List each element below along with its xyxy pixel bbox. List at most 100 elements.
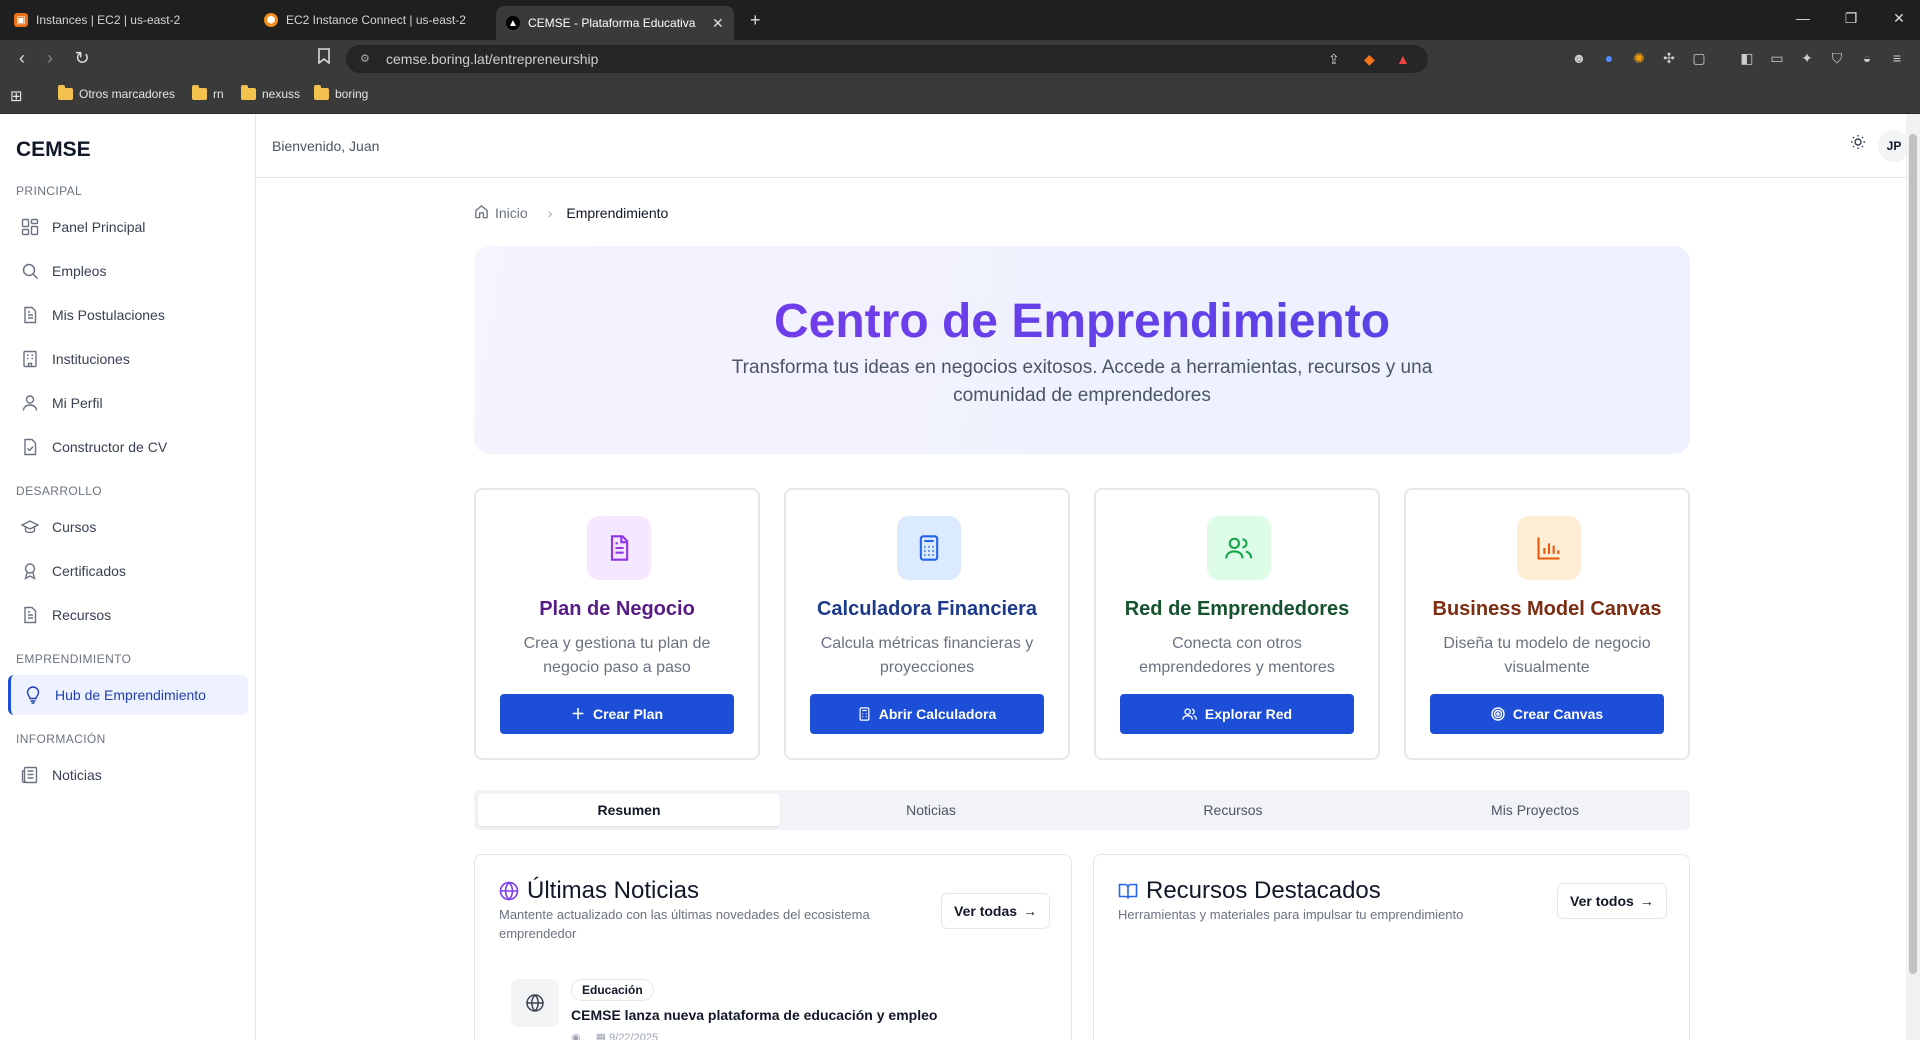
tab-mis-proyectos[interactable]: Mis Proyectos [1384, 794, 1686, 826]
sidebar-item-label: Constructor de CV [52, 439, 168, 455]
users-icon [1207, 516, 1271, 580]
news-panel-subtitle: Mantente actualizado con las últimas nov… [499, 907, 870, 941]
target-icon [1491, 707, 1505, 721]
news-panel-title: Últimas Noticias [527, 877, 700, 904]
bookmark-folder[interactable]: boring [314, 85, 368, 101]
folder-icon [58, 85, 73, 100]
card-business-model-canvas: Business Model Canvas Diseña tu modelo d… [1404, 488, 1690, 760]
sidebar-item-cursos[interactable]: Cursos [8, 507, 248, 547]
extension-icon[interactable]: ☻ [1570, 50, 1588, 68]
page-title: Centro de Emprendimiento [474, 294, 1690, 349]
news-item-title[interactable]: CEMSE lanza nueva plataforma de educació… [571, 1007, 937, 1023]
sidebar-item-constructor-cv[interactable]: Constructor de CV [8, 427, 248, 467]
extension-icon[interactable]: ◒ [1858, 50, 1876, 68]
calculator-icon [858, 707, 871, 721]
globe-icon [511, 979, 559, 1027]
extension-icon[interactable]: ● [1600, 50, 1618, 68]
reload-icon[interactable]: ↻ [70, 48, 94, 69]
award-icon [20, 561, 40, 581]
arrow-right-icon: → [1639, 893, 1654, 909]
sidebar: CEMSE PRINCIPAL Panel Principal Empleos … [0, 114, 256, 1040]
sidebar-toggle-icon[interactable]: ◧ [1738, 50, 1756, 68]
breadcrumb-home-link[interactable]: Inicio [495, 205, 528, 221]
card-calculadora-financiera: Calculadora Financiera Calcula métricas … [784, 488, 1070, 760]
sidebar-item-label: Cursos [52, 519, 97, 535]
globe-icon [499, 881, 519, 901]
calculator-icon [897, 516, 961, 580]
section-title-desarrollo: DESARROLLO [16, 484, 103, 498]
crear-canvas-button[interactable]: Crear Canvas [1430, 694, 1664, 734]
bookmark-folder[interactable]: rn [192, 85, 224, 101]
sidebar-item-mis-postulaciones[interactable]: Mis Postulaciones [8, 295, 248, 335]
bookmark-folder[interactable]: Otros marcadores [58, 85, 175, 101]
resources-panel-header: Recursos Destacados [1118, 877, 1381, 905]
apps-grid-icon[interactable]: ⊞ [10, 87, 23, 105]
brave-shield-icon[interactable]: ◆ [1364, 51, 1375, 68]
minimize-icon[interactable]: — [1788, 10, 1818, 26]
lightbulb-icon [23, 685, 43, 705]
ver-todas-button[interactable]: Ver todas → [941, 893, 1051, 929]
sidebar-item-certificados[interactable]: Certificados [8, 551, 248, 591]
sidebar-item-panel-principal[interactable]: Panel Principal [8, 207, 248, 247]
share-icon[interactable]: ⇪ [1328, 51, 1340, 68]
page-scrollbar[interactable] [1906, 114, 1920, 1040]
sidebar-item-label: Instituciones [52, 351, 130, 367]
extensions-puzzle-icon[interactable]: ✣ [1660, 50, 1678, 68]
scrollbar-thumb[interactable] [1909, 134, 1917, 974]
card-plan-negocio: Plan de Negocio Crea y gestiona tu plan … [474, 488, 760, 760]
vpn-icon[interactable]: ⛉ [1828, 50, 1846, 68]
sidebar-item-instituciones[interactable]: Instituciones [8, 339, 248, 379]
extension-icon[interactable]: ▢ [1690, 50, 1708, 68]
tab-title: EC2 Instance Connect | us-east-2 [286, 13, 466, 27]
address-bar[interactable]: ⚙ cemse.boring.lat/entrepreneurship ⇪ ◆ … [346, 45, 1428, 73]
sidebar-item-recursos[interactable]: Recursos [8, 595, 248, 635]
bar-chart-icon [1517, 516, 1581, 580]
calendar-icon: ▦ [595, 1032, 607, 1040]
browser-tab-ec2-connect[interactable]: ⬢ EC2 Instance Connect | us-east-2 [254, 6, 476, 34]
bookmark-folder[interactable]: nexuss [241, 85, 300, 101]
sidebar-item-mi-perfil[interactable]: Mi Perfil [8, 383, 248, 423]
tab-recursos[interactable]: Recursos [1082, 794, 1384, 826]
file-check-icon [20, 437, 40, 457]
newspaper-icon [20, 765, 40, 785]
wallet-icon[interactable]: ▭ [1768, 50, 1786, 68]
tab-noticias[interactable]: Noticias [780, 794, 1082, 826]
users-icon [1182, 707, 1197, 721]
app-root: CEMSE PRINCIPAL Panel Principal Empleos … [0, 114, 1920, 1040]
main-content: Inicio › Emprendimiento Centro de Empren… [256, 178, 1906, 1040]
search-icon [20, 261, 40, 281]
browser-tab-cemse[interactable]: ▲ CEMSE - Plataforma Educativa y ✕ [496, 6, 734, 40]
resources-panel-subtitle: Herramientas y materiales para impulsar … [1118, 907, 1464, 922]
file-text-icon [587, 516, 651, 580]
tab-resumen[interactable]: Resumen [478, 794, 780, 826]
sidebar-item-noticias[interactable]: Noticias [8, 755, 248, 795]
close-window-icon[interactable]: ✕ [1884, 10, 1914, 27]
back-icon[interactable]: ‹ [10, 48, 34, 69]
theme-toggle-sun-icon[interactable] [1846, 134, 1870, 158]
new-tab-icon[interactable]: + [750, 10, 761, 31]
sidebar-item-empleos[interactable]: Empleos [8, 251, 248, 291]
explorar-red-button[interactable]: Explorar Red [1120, 694, 1354, 734]
browser-tab-ec2-instances[interactable]: ▣ Instances | EC2 | us-east-2 [4, 6, 190, 34]
extension-icon[interactable]: ✺ [1630, 50, 1648, 68]
close-tab-icon[interactable]: ✕ [712, 15, 724, 32]
menu-icon[interactable]: ≡ [1888, 50, 1906, 68]
restore-icon[interactable]: ❐ [1836, 10, 1866, 27]
card-title: Plan de Negocio [539, 598, 695, 620]
sidebar-item-hub-emprendimiento[interactable]: Hub de Emprendimiento [8, 675, 248, 715]
card-description: Diseña tu modelo de negocio visualmente [1443, 635, 1651, 676]
abrir-calculadora-button[interactable]: Abrir Calculadora [810, 694, 1044, 734]
brave-rewards-icon[interactable]: ▲ [1396, 51, 1410, 67]
brand-logo[interactable]: CEMSE [16, 138, 91, 162]
triangle-favicon-icon: ▲ [506, 16, 520, 30]
site-settings-icon[interactable]: ⚙ [360, 52, 374, 66]
tab-title: Instances | EC2 | us-east-2 [36, 13, 181, 27]
leo-ai-icon[interactable]: ✦ [1798, 50, 1816, 68]
bookmark-icon[interactable] [312, 48, 336, 69]
aws-favicon-icon: ⬢ [264, 13, 278, 27]
forward-icon[interactable]: › [38, 48, 62, 69]
ver-todos-button[interactable]: Ver todos → [1557, 883, 1667, 919]
hero-subtitle: Transforma tus ideas en negocios exitoso… [731, 357, 1433, 406]
crear-plan-button[interactable]: ＋ Crear Plan [500, 694, 734, 734]
sidebar-item-label: Mis Postulaciones [52, 307, 165, 323]
